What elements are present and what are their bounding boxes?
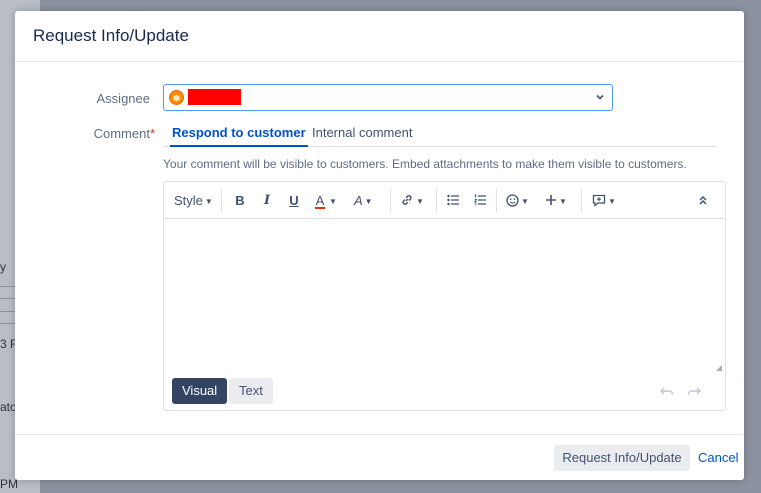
text-color-button[interactable]: A ▼ — [313, 191, 343, 211]
macro-button[interactable]: ▼ — [592, 191, 620, 211]
tab-internal-comment[interactable]: Internal comment — [310, 125, 414, 147]
chevron-double-up-icon — [699, 195, 707, 205]
bullet-list-icon — [446, 194, 459, 206]
editor-toolbar: Style ▼ B I U A ▼ A ▼ ▼ ▼ ▼ ▼ — [164, 182, 725, 219]
text-format-icon: A — [354, 193, 363, 208]
dialog-footer: Request Info/Update Cancel — [15, 434, 744, 480]
bullet-list-button[interactable] — [446, 191, 460, 211]
toolbar-separator — [436, 189, 437, 213]
link-icon — [402, 195, 412, 205]
redacted-assignee-name — [188, 89, 241, 105]
text-color-icon: A — [315, 193, 325, 209]
tab-respond-to-customer[interactable]: Respond to customer — [170, 125, 308, 147]
comment-label: Comment* — [93, 126, 155, 141]
emoji-icon — [506, 194, 519, 207]
background-text: y — [0, 260, 6, 274]
text-format-button[interactable]: A ▼ — [354, 191, 384, 211]
undo-icon — [660, 387, 674, 395]
toolbar-separator — [390, 189, 391, 213]
comment-body[interactable] — [164, 219, 725, 369]
insert-more-button[interactable]: ▼ — [545, 191, 573, 211]
toolbar-separator — [581, 189, 582, 213]
redo-button[interactable] — [687, 383, 701, 399]
required-mark: * — [149, 126, 155, 141]
dialog-header: Request Info/Update — [15, 11, 744, 62]
underline-button[interactable]: U — [287, 191, 301, 211]
avatar — [169, 90, 184, 105]
request-info-dialog: Request Info/Update Assignee Comment* Re… — [15, 11, 744, 480]
bold-button[interactable]: B — [233, 191, 247, 211]
toolbar-separator — [221, 189, 222, 213]
assignee-label: Assignee — [96, 91, 150, 106]
comment-editor: Style ▼ B I U A ▼ A ▼ ▼ ▼ ▼ ▼ ◢ Visual T… — [163, 181, 726, 411]
comment-tabs: Respond to customer Internal comment — [163, 125, 717, 147]
dialog-title: Request Info/Update — [33, 26, 189, 45]
redo-icon — [687, 387, 701, 395]
italic-button[interactable]: I — [260, 191, 274, 211]
toolbar-separator — [496, 189, 497, 213]
resize-handle-icon[interactable]: ◢ — [716, 363, 722, 372]
macro-icon — [592, 194, 606, 207]
chevron-down-icon — [594, 91, 606, 103]
undo-button[interactable] — [660, 383, 674, 399]
numbered-list-icon — [473, 194, 486, 205]
collapse-toolbar-button[interactable] — [696, 191, 710, 211]
link-button[interactable]: ▼ — [400, 191, 428, 211]
style-dropdown[interactable]: Style ▼ — [174, 191, 213, 211]
text-mode-button[interactable]: Text — [229, 378, 273, 404]
cancel-link[interactable]: Cancel — [698, 450, 738, 465]
visibility-hint: Your comment will be visible to customer… — [163, 157, 687, 171]
assignee-select[interactable] — [163, 84, 613, 111]
visual-mode-button[interactable]: Visual — [172, 378, 228, 404]
plus-icon — [546, 195, 556, 205]
emoji-button[interactable]: ▼ — [506, 191, 534, 211]
request-info-update-button[interactable]: Request Info/Update — [554, 445, 690, 471]
numbered-list-button[interactable] — [473, 191, 487, 211]
